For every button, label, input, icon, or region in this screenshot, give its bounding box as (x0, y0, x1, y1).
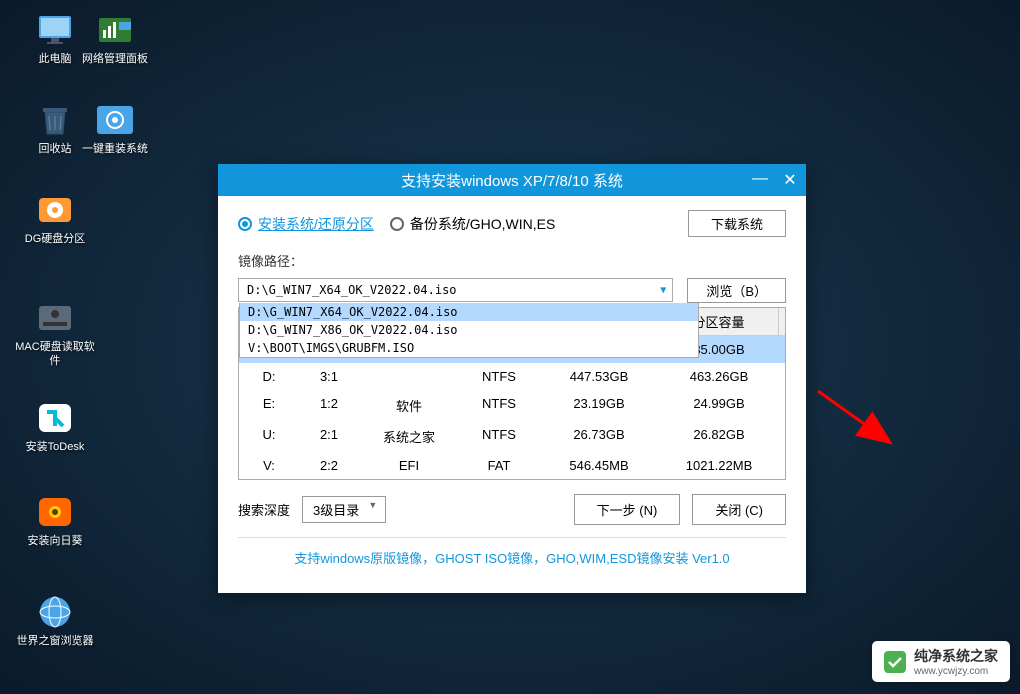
gear-icon (93, 102, 137, 138)
dropdown-item[interactable]: D:\G_WIN7_X64_OK_V2022.04.iso (240, 303, 698, 321)
desktop-icon-mac-disk[interactable]: MAC硬盘读取软件 (15, 300, 95, 368)
window-title: 支持安装windows XP/7/8/10 系统 (401, 170, 623, 191)
installer-window: 支持安装windows XP/7/8/10 系统 — ✕ 安装系统/还原分区 备… (218, 164, 806, 593)
monitor-icon (33, 12, 77, 48)
desktop-icon-network-panel[interactable]: 网络管理面板 (75, 12, 155, 66)
path-label: 镜像路径： (238, 251, 786, 270)
path-input[interactable]: D:\G_WIN7_X64_OK_V2022.04.iso ▼ D:\G_WIN… (238, 278, 673, 302)
watermark: 纯净系统之家 www.ycwjzy.com (872, 641, 1010, 682)
desktop-icon-todesk[interactable]: 安装ToDesk (15, 400, 95, 454)
footer-text: 支持windows原版镜像，GHOST ISO镜像，GHO,WIM,ESD镜像安… (238, 537, 786, 579)
trash-icon (33, 102, 77, 138)
next-button[interactable]: 下一步 (N) (574, 494, 681, 525)
globe-icon (33, 594, 77, 630)
table-row[interactable]: D:3:1NTFS447.53GB463.26GB (239, 363, 785, 390)
browse-button[interactable]: 浏览（B） (687, 278, 786, 303)
title-bar[interactable]: 支持安装windows XP/7/8/10 系统 — ✕ (218, 164, 806, 196)
desktop-icon-browser[interactable]: 世界之窗浏览器 (15, 594, 95, 648)
dropdown-item[interactable]: D:\G_WIN7_X86_OK_V2022.04.iso (240, 321, 698, 339)
mode-radio-group: 安装系统/还原分区 备份系统/GHO,WIN,ES 下载系统 (238, 210, 786, 237)
table-row[interactable]: E:1:2软件NTFS23.19GB24.99GB (239, 390, 785, 421)
minimize-button[interactable]: — (752, 170, 768, 190)
mac-disk-icon (33, 300, 77, 336)
table-row[interactable]: V:2:2EFIFAT546.45MB1021.22MB (239, 452, 785, 479)
desktop-icon-reinstall[interactable]: 一键重装系统 (75, 102, 155, 156)
radio-install[interactable]: 安装系统/还原分区 (238, 214, 374, 234)
todesk-icon (33, 400, 77, 436)
radio-icon (390, 217, 404, 231)
depth-select[interactable]: 3级目录 (302, 496, 386, 523)
disk-icon (33, 192, 77, 228)
download-button[interactable]: 下载系统 (688, 210, 786, 237)
sunflower-icon (33, 494, 77, 530)
desktop-icon-dg-partition[interactable]: DG硬盘分区 (15, 192, 95, 246)
desktop-icon-sunflower[interactable]: 安装向日葵 (15, 494, 95, 548)
depth-label: 搜索深度 (238, 500, 290, 519)
close-action-button[interactable]: 关闭 (C) (692, 494, 786, 525)
close-button[interactable]: ✕ (782, 170, 798, 190)
watermark-icon (884, 651, 906, 673)
path-dropdown: D:\G_WIN7_X64_OK_V2022.04.iso D:\G_WIN7_… (239, 303, 699, 358)
network-icon (93, 12, 137, 48)
table-row[interactable]: U:2:1系统之家NTFS26.73GB26.82GB (239, 421, 785, 452)
radio-icon (238, 217, 252, 231)
dropdown-item[interactable]: V:\BOOT\IMGS\GRUBFM.ISO (240, 339, 698, 357)
dropdown-arrow-icon[interactable]: ▼ (660, 285, 666, 296)
radio-backup[interactable]: 备份系统/GHO,WIN,ES (390, 214, 555, 234)
